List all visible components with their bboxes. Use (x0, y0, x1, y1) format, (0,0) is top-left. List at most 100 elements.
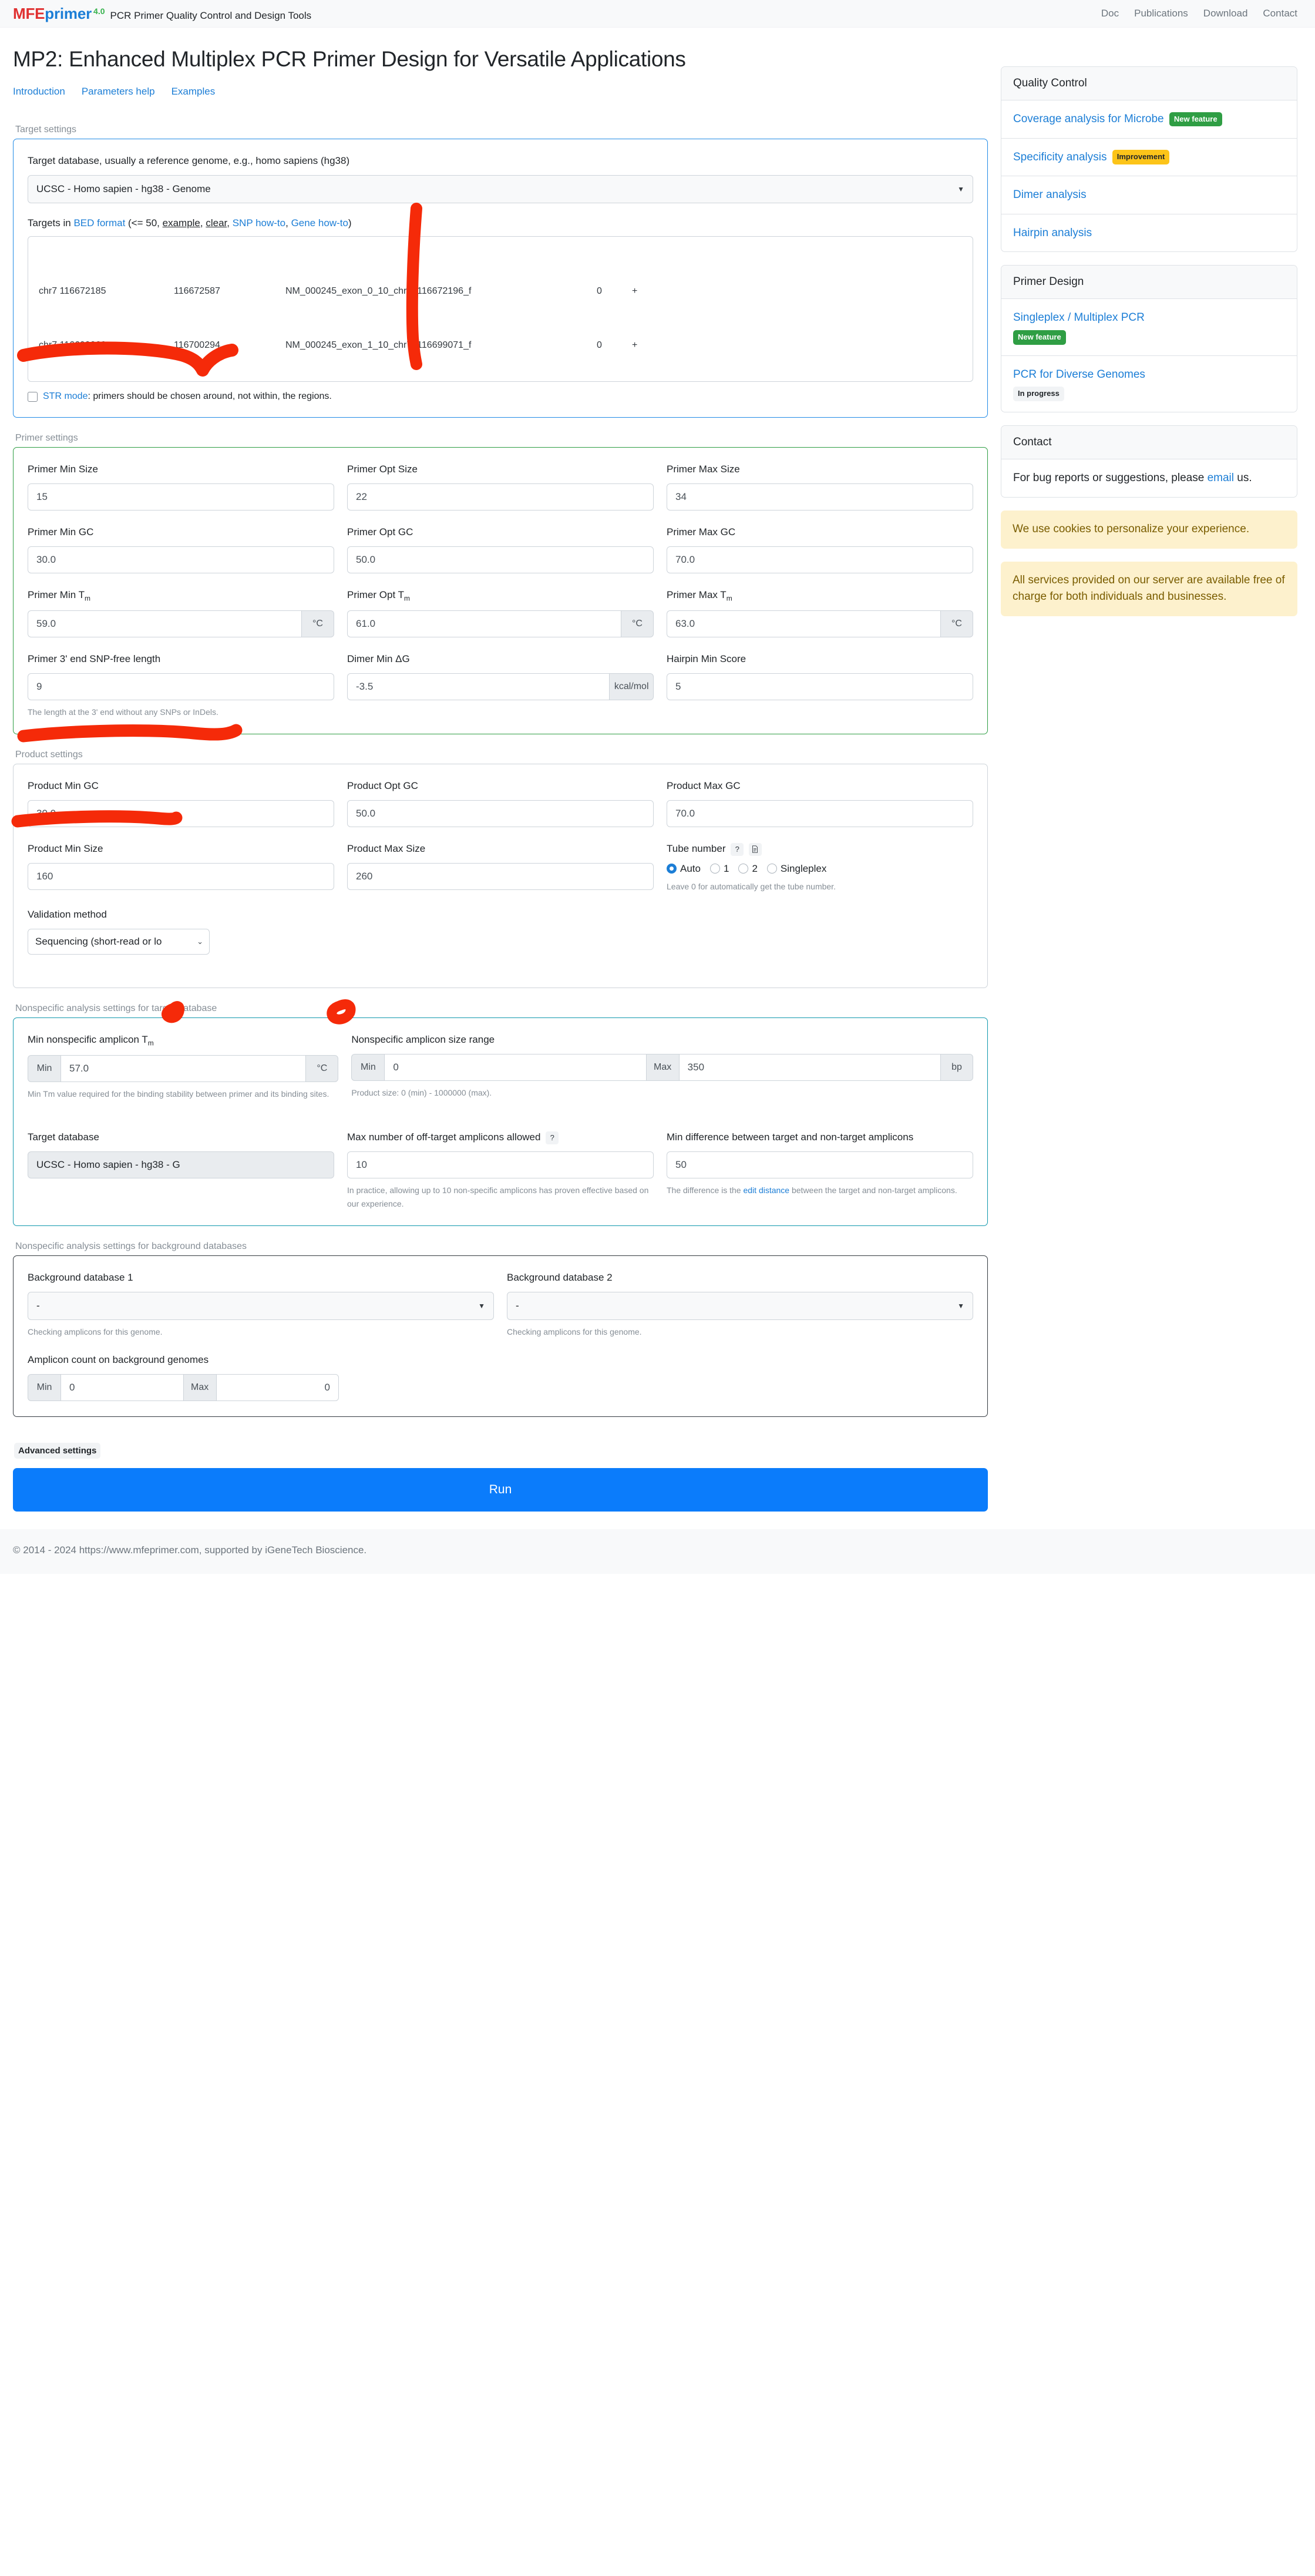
sidebar-item-singleplex-multiplex-pcr-label[interactable]: Singleplex / Multiplex PCR (1013, 311, 1145, 324)
link-example[interactable]: example (163, 217, 200, 229)
target-database-select[interactable]: UCSC - Homo sapien - hg38 - Genome ▼ (28, 175, 973, 204)
background-db2-select[interactable]: - ▼ (507, 1291, 973, 1320)
document-icon[interactable] (748, 842, 762, 856)
sidebar-item-pcr-diverse-genomes-label[interactable]: PCR for Diverse Genomes (1013, 368, 1145, 381)
advanced-settings-toggle[interactable]: Advanced settings (14, 1443, 101, 1459)
nonspecific-size-max-input[interactable] (678, 1054, 940, 1082)
primer-max-size-input[interactable] (667, 483, 973, 511)
sidebar: Quality Control Coverage analysis for Mi… (1001, 41, 1297, 629)
help-links: Introduction Parameters help Examples (13, 86, 988, 98)
primer-snp-free-length-hint: The length at the 3' end without any SNP… (28, 707, 218, 717)
link-introduction[interactable]: Introduction (13, 86, 65, 98)
textarea-resize-handle[interactable] (961, 370, 970, 379)
hairpin-min-score-input[interactable] (667, 673, 973, 700)
primer-opt-size-input[interactable] (347, 483, 654, 511)
badge-in-progress: In progress (1013, 387, 1064, 401)
tube-option-auto[interactable]: Auto (667, 863, 701, 875)
nonspecific-target-db-select: UCSC - Homo sapien - hg38 - G (28, 1151, 334, 1179)
primer-max-gc-input[interactable] (667, 546, 973, 574)
tube-option-1[interactable]: 1 (709, 863, 729, 875)
primer-min-gc-input[interactable] (28, 546, 334, 574)
primer-opt-tm-label-text: Primer Opt T (347, 589, 404, 601)
str-mode-link[interactable]: STR mode (43, 391, 88, 401)
primer-settings-fieldset: Primer Min Size Primer Opt Size Primer M… (13, 447, 988, 735)
link-edit-distance[interactable]: edit distance (743, 1185, 789, 1195)
radio-1[interactable] (709, 864, 720, 874)
dimer-min-dg-unit: kcal/mol (609, 673, 654, 700)
link-clear[interactable]: clear (206, 217, 227, 229)
sidebar-item-hairpin-analysis-label[interactable]: Hairpin analysis (1013, 227, 1092, 239)
primer-opt-gc-input[interactable] (347, 546, 654, 574)
page-body: MP2: Enhanced Multiplex PCR Primer Desig… (0, 28, 1315, 1512)
nonspecific-size-min-input[interactable] (384, 1054, 646, 1082)
primer-snp-free-length-input[interactable] (28, 673, 334, 700)
product-min-gc-input[interactable] (28, 800, 334, 828)
targets-bed-textarea[interactable]: chr7 116672185 116672587 NM_000245_exon_0_… (28, 236, 973, 382)
sidebar-item-specificity-analysis-label[interactable]: Specificity analysis (1013, 151, 1107, 163)
brand-tagline: PCR Primer Quality Control and Design To… (110, 9, 312, 21)
targets-format-line: Targets in BED format (<= 50, example, c… (28, 217, 973, 229)
product-min-size-input[interactable] (28, 862, 334, 890)
sidebar-item-pcr-diverse-genomes[interactable]: PCR for Diverse Genomes In progress (1001, 356, 1297, 412)
primer-design-title: Primer Design (1001, 266, 1297, 300)
product-max-size-input[interactable] (347, 862, 654, 890)
nonspecific-size-max-prefix: Max (645, 1054, 679, 1082)
link-bed-format[interactable]: BED format (73, 217, 125, 229)
tube-option-2[interactable]: 2 (738, 863, 758, 875)
product-max-gc-input[interactable] (667, 800, 973, 828)
link-email[interactable]: email (1208, 472, 1234, 484)
run-button[interactable]: Run (13, 1468, 988, 1512)
nav-link-download[interactable]: Download (1203, 8, 1248, 19)
nav-link-doc[interactable]: Doc (1101, 8, 1119, 19)
nonspecific-tm-size-row: Min nonspecific amplicon Tm Min °C Min T… (28, 1033, 973, 1100)
link-gene-how-to[interactable]: Gene how-to (291, 217, 348, 229)
background-db1-select[interactable]: - ▼ (28, 1291, 494, 1320)
sidebar-item-specificity-analysis[interactable]: Specificity analysis Improvement (1001, 139, 1297, 177)
sidebar-item-coverage-analysis[interactable]: Coverage analysis for Microbe New featur… (1001, 100, 1297, 139)
sidebar-item-hairpin-analysis[interactable]: Hairpin analysis (1001, 214, 1297, 252)
min-difference-hint-pre: The difference is the (667, 1185, 744, 1195)
background-db-row: Background database 1 - ▼ Checking ampli… (28, 1271, 973, 1338)
nav-links: Doc Publications Download Contact (1101, 8, 1302, 19)
sidebar-item-dimer-analysis-label[interactable]: Dimer analysis (1013, 189, 1087, 201)
sidebar-item-singleplex-multiplex-pcr[interactable]: Singleplex / Multiplex PCR New feature (1001, 299, 1297, 356)
min-difference-input[interactable] (667, 1151, 973, 1179)
targets-comma-3: , (285, 217, 291, 229)
primer-min-size-label: Primer Min Size (28, 464, 98, 475)
tube-option-singleplex[interactable]: Singleplex (766, 863, 826, 875)
section-target-settings: Target settings Target database, usually… (13, 125, 988, 418)
notice-cookies: We use cookies to personalize your exper… (1001, 511, 1297, 549)
radio-2[interactable] (738, 864, 749, 874)
primer-opt-tm-label: Primer Opt Tm (347, 589, 654, 603)
min-nonspecific-tm-input[interactable] (60, 1054, 306, 1082)
primer-max-tm-input[interactable] (667, 610, 940, 637)
str-mode-text: : primers should be chosen around, not w… (88, 391, 332, 402)
nonspecific-background-fieldset: Background database 1 - ▼ Checking ampli… (13, 1255, 988, 1418)
nav-link-publications[interactable]: Publications (1134, 8, 1188, 19)
brand-logo[interactable]: MFE primer 4.0 PCR Primer Quality Control … (13, 5, 311, 23)
product-max-size-label: Product Max Size (347, 843, 426, 855)
validation-method-select[interactable]: Sequencing (short-read or lo ⌄ (28, 929, 210, 955)
link-examples[interactable]: Examples (171, 86, 216, 98)
sidebar-item-dimer-analysis[interactable]: Dimer analysis (1001, 176, 1297, 214)
product-opt-gc-input[interactable] (347, 800, 654, 828)
help-question-icon[interactable]: ? (731, 842, 744, 856)
help-question-icon[interactable]: ? (546, 1131, 559, 1144)
primer-min-size-input[interactable] (28, 483, 334, 511)
amplicon-count-max-input[interactable] (216, 1374, 339, 1402)
product-opt-gc-label: Product Opt GC (347, 780, 418, 792)
amplicon-count-min-input[interactable] (60, 1374, 183, 1402)
nav-link-contact[interactable]: Contact (1263, 8, 1297, 19)
sidebar-item-coverage-analysis-label[interactable]: Coverage analysis for Microbe (1013, 113, 1164, 125)
link-snp-how-to[interactable]: SNP how-to (233, 217, 285, 229)
radio-auto[interactable] (667, 864, 677, 874)
dimer-min-dg-input[interactable] (347, 673, 610, 700)
max-offtarget-amplicons-input[interactable] (347, 1151, 654, 1179)
bed-row: chr7 116699060 116700294 NM_000245_exon_1_… (39, 337, 962, 355)
str-mode-checkbox[interactable] (28, 391, 38, 402)
primer-min-tm-input[interactable] (28, 610, 301, 637)
background-db2-hint: Checking amplicons for this genome. (507, 1326, 642, 1336)
link-parameters-help[interactable]: Parameters help (82, 86, 155, 98)
primer-opt-tm-input[interactable] (347, 610, 621, 637)
radio-singleplex[interactable] (766, 864, 777, 874)
